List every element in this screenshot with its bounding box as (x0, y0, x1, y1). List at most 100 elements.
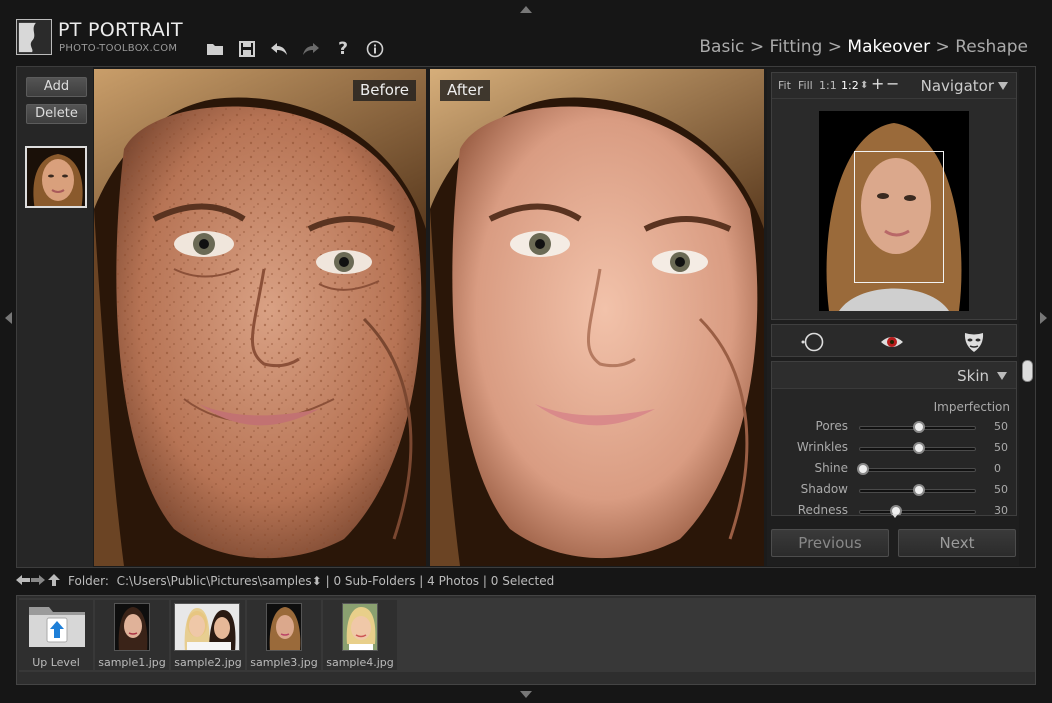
slider-row-shadow: Shadow 50 (772, 481, 1016, 501)
undo-icon[interactable] (268, 38, 290, 60)
before-photo[interactable]: Before (94, 69, 426, 566)
file-name: sample2.jpg (174, 656, 242, 669)
file-thumbnail (342, 603, 378, 651)
redness-slider[interactable] (859, 510, 976, 514)
slider-value: 50 (994, 420, 1008, 433)
folder-path[interactable]: C:\Users\Public\Pictures\samples (117, 574, 312, 588)
slider-row-shine: Shine 0 (772, 460, 1016, 480)
folder-icon[interactable] (204, 38, 226, 60)
navigator-viewport-rect[interactable] (854, 151, 944, 283)
skin-collapse-icon[interactable] (997, 372, 1007, 380)
workflow-breadcrumb: Basic > Fitting > Makeover > Reshape (699, 37, 1028, 57)
file-list: Up Level sample1.jpg sample2.jpg sample3… (19, 598, 1035, 672)
help-icon[interactable]: ? (332, 38, 354, 60)
imperfection-heading: Imperfection (933, 400, 1010, 414)
up-level-item[interactable]: Up Level (19, 600, 93, 670)
file-browser: Up Level sample1.jpg sample2.jpg sample3… (16, 595, 1036, 685)
collapse-bottom-arrow-icon[interactable] (520, 691, 532, 698)
skin-title: Skin (957, 367, 989, 385)
step-reshape[interactable]: Reshape (955, 37, 1028, 57)
file-thumbnail (266, 603, 302, 651)
separator: | (482, 574, 487, 588)
skin-panel: Skin Imperfection Pores 50 Wrinkles 50 Shine… (771, 361, 1017, 516)
up-level-folder-icon (29, 607, 85, 647)
mask-icon[interactable] (960, 331, 988, 353)
delete-button[interactable]: Delete (26, 104, 87, 124)
zoom-1-2[interactable]: 1:2 (841, 79, 859, 92)
up-level-label: Up Level (32, 656, 80, 669)
navigator-header: Fit Fill 1:1 1:2 ⬍ + − Navigator (772, 73, 1016, 99)
redo-icon[interactable] (300, 38, 322, 60)
zoom-fit[interactable]: Fit (778, 79, 791, 92)
photo-list-panel: Add Delete (17, 67, 93, 567)
file-name: sample3.jpg (250, 656, 318, 669)
slider-value: 0 (994, 462, 1001, 475)
zoom-1-1[interactable]: 1:1 (819, 79, 837, 92)
back-arrow-icon[interactable] (16, 574, 30, 586)
collapse-top-arrow-icon[interactable] (520, 6, 532, 13)
zoom-fill[interactable]: Fill (798, 79, 813, 92)
step-fitting[interactable]: Fitting (769, 37, 822, 57)
file-item-sample1[interactable]: sample1.jpg (95, 600, 169, 670)
step-basic[interactable]: Basic (699, 37, 744, 57)
file-thumbnail (114, 603, 150, 651)
separator: | (419, 574, 424, 588)
file-item-sample2[interactable]: sample2.jpg (171, 600, 245, 670)
save-icon[interactable] (236, 38, 258, 60)
circle-brush-icon[interactable] (798, 331, 826, 353)
pores-slider-knob[interactable] (912, 421, 925, 433)
app-title: PT PORTRAIT (58, 19, 183, 41)
eye-icon[interactable] (878, 331, 906, 353)
photos-count: 4 Photos (427, 574, 480, 588)
file-name: sample1.jpg (98, 656, 166, 669)
slider-label: Wrinkles (796, 440, 848, 454)
slider-label: Shadow (800, 482, 848, 496)
info-icon[interactable] (364, 38, 386, 60)
panel-scrollbar[interactable] (1022, 360, 1033, 382)
app-logo (16, 19, 52, 55)
file-item-sample3[interactable]: sample3.jpg (247, 600, 321, 670)
file-thumbnail (174, 603, 240, 651)
forward-arrow-icon[interactable] (31, 574, 45, 586)
next-button[interactable]: Next (898, 529, 1016, 557)
slider-row-pores: Pores 50 (772, 418, 1016, 438)
navigator-collapse-icon[interactable] (998, 82, 1008, 90)
after-photo[interactable]: After (430, 69, 764, 566)
photo-list-thumbnail[interactable] (25, 146, 87, 208)
app-subtitle: PHOTO-TOOLBOX.COM (59, 43, 178, 54)
slider-value: 30 (994, 504, 1008, 516)
subfolders-count: 0 Sub-Folders (333, 574, 416, 588)
slider-label: Redness (797, 503, 848, 516)
after-label: After (440, 80, 491, 101)
navigator-title: Navigator (920, 77, 994, 95)
folder-label: Folder: (68, 574, 109, 588)
previous-button[interactable]: Previous (771, 529, 889, 557)
folder-bar: Folder: C:\Users\Public\Pictures\samples… (16, 572, 1036, 592)
slider-label: Shine (814, 461, 848, 475)
add-button[interactable]: Add (26, 77, 87, 97)
slider-label: Pores (815, 419, 848, 433)
wrinkles-slider-knob[interactable] (912, 442, 925, 454)
zoom-out-icon[interactable]: − (886, 74, 899, 93)
shadow-slider-knob[interactable] (912, 484, 925, 496)
file-item-sample4[interactable]: sample4.jpg (323, 600, 397, 670)
shine-slider[interactable] (859, 468, 976, 472)
makeover-tools (771, 324, 1017, 357)
navigator-thumbnail[interactable] (819, 111, 969, 311)
collapse-right-arrow-icon[interactable] (1040, 312, 1047, 324)
zoom-in-icon[interactable]: + (871, 74, 884, 93)
zoom-spin-icon[interactable]: ⬍ (860, 80, 868, 91)
slider-row-wrinkles: Wrinkles 50 (772, 439, 1016, 459)
step-separator: > (827, 37, 843, 57)
selected-count: 0 Selected (490, 574, 555, 588)
collapse-left-arrow-icon[interactable] (5, 312, 12, 324)
file-name: sample4.jpg (326, 656, 394, 669)
navigator-panel: Fit Fill 1:1 1:2 ⬍ + − Navigator (771, 72, 1017, 320)
skin-header[interactable]: Skin (772, 362, 1016, 389)
step-makeover[interactable]: Makeover (847, 37, 930, 57)
shine-slider-knob[interactable] (857, 463, 869, 475)
folder-path-spin-icon[interactable]: ⬍ (312, 574, 322, 588)
up-arrow-icon[interactable] (47, 574, 60, 586)
separator: | (325, 574, 330, 588)
step-separator: > (935, 37, 950, 57)
